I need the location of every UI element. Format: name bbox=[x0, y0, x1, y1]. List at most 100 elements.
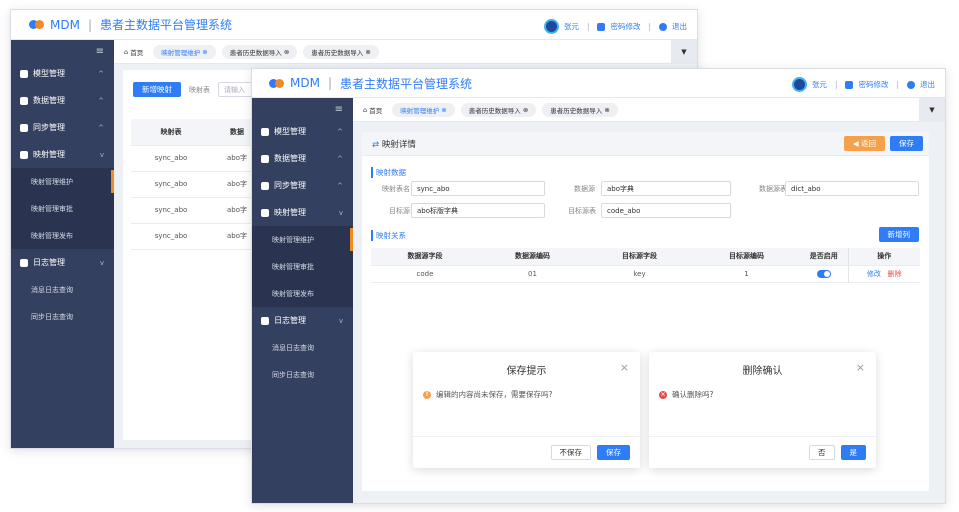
target-table-input[interactable]: code_abo bbox=[601, 203, 731, 218]
logout-link[interactable]: 退出 bbox=[672, 21, 687, 32]
sidebar: ≡ 模型管理 ^ 数据管理 ^ 同步管理 ^ 映射管理 v 映射管理维护 映射管理审批 … bbox=[11, 40, 114, 448]
tab-home[interactable]: ⌂ 首页 bbox=[120, 45, 147, 59]
sidebar-item-message-log[interactable]: 消息日志查询 bbox=[252, 334, 353, 361]
close-icon[interactable]: ⊗ bbox=[284, 48, 289, 56]
tab-bar: ⌂ 首页 映射管理维护 ⊗ 患者历史数据导入 ⊗ 患者历史数据导入 ⊗ bbox=[114, 40, 697, 64]
close-icon[interactable]: ⊗ bbox=[365, 48, 370, 56]
power-icon bbox=[659, 22, 667, 31]
sidebar-item-label: 数据管理 bbox=[274, 154, 306, 163]
edit-link[interactable]: 修改 bbox=[867, 270, 881, 278]
tab-history-import[interactable]: 患者历史数据导入 ⊗ bbox=[221, 44, 298, 59]
power-icon bbox=[907, 80, 915, 89]
avatar[interactable] bbox=[543, 19, 559, 34]
table-row[interactable]: sync_abo abo字 bbox=[131, 171, 263, 198]
chevron-up-icon: ^ bbox=[98, 96, 104, 105]
sidebar-item-label: 映射管理 bbox=[274, 208, 306, 217]
sidebar-item-data[interactable]: 数据管理 ^ bbox=[11, 87, 114, 114]
dialog-message: × 确认删除吗? bbox=[659, 389, 713, 400]
table-cell: sync_abo bbox=[131, 171, 211, 198]
label-target: 目标源 bbox=[389, 207, 410, 215]
sidebar-item-mapping-publish[interactable]: 映射管理发布 bbox=[252, 280, 353, 307]
column-header: 操作 bbox=[847, 248, 920, 266]
no-button[interactable]: 否 bbox=[809, 445, 835, 460]
source-input[interactable]: abo字典 bbox=[601, 181, 731, 196]
relation-table: 数据源字段 数据源编码 目标源字段 目标源编码 是否启用 操作 code 01 … bbox=[371, 248, 920, 283]
back-button-label: 返回 bbox=[861, 139, 876, 148]
yes-button[interactable]: 是 bbox=[840, 445, 866, 460]
table-row[interactable]: sync_abo abo字 bbox=[131, 223, 263, 250]
username[interactable]: 张元 bbox=[564, 21, 579, 32]
sidebar-item-mapping-approve[interactable]: 映射管理审批 bbox=[252, 253, 353, 280]
sidebar-item-logs[interactable]: 日志管理 v bbox=[11, 249, 114, 276]
sidebar-item-model[interactable]: 模型管理 ^ bbox=[252, 118, 353, 145]
sidebar-item-message-log[interactable]: 消息日志查询 bbox=[11, 276, 114, 303]
tabs-dropdown-button[interactable]: ▼ bbox=[919, 98, 945, 122]
save-button[interactable]: 保存 bbox=[890, 136, 923, 151]
chevron-down-icon: v bbox=[99, 150, 104, 159]
close-icon[interactable]: × bbox=[856, 361, 865, 374]
cloud-icon bbox=[20, 123, 28, 132]
change-password-link[interactable]: 密码修改 bbox=[858, 79, 888, 90]
table-cell: sync_abo bbox=[131, 197, 211, 224]
tab-label: 患者历史数据导入 bbox=[229, 48, 282, 57]
delete-link[interactable]: 删除 bbox=[888, 270, 902, 278]
sidebar-item-sync-log[interactable]: 同步日志查询 bbox=[11, 303, 114, 330]
dialog-title: 保存提示 bbox=[506, 366, 547, 377]
back-arrow-icon: ◀ bbox=[852, 139, 861, 148]
tab-history-import-2[interactable]: 患者历史数据导入 ⊗ bbox=[303, 44, 379, 59]
clipboard-icon bbox=[261, 154, 269, 163]
table-row[interactable]: code 01 key 1 修改 删除 bbox=[371, 265, 920, 283]
sidebar-item-model[interactable]: 模型管理 ^ bbox=[11, 60, 114, 87]
table-cell: key bbox=[586, 265, 693, 283]
sidebar-item-sync[interactable]: 同步管理 ^ bbox=[11, 114, 114, 141]
app-header: MDM | 患者主数据平台管理系统 张元 | 密码修改 | 退出 bbox=[11, 10, 697, 40]
enabled-toggle[interactable] bbox=[816, 269, 831, 278]
chevron-down-icon: v bbox=[99, 258, 104, 267]
mapping-table: 映射表 数据 sync_abo abo字 sync_abo abo字 sync_ab… bbox=[131, 119, 263, 250]
logout-link[interactable]: 退出 bbox=[920, 79, 935, 90]
hamburger-icon[interactable]: ≡ bbox=[11, 46, 114, 60]
tabs-dropdown-button[interactable]: ▼ bbox=[671, 40, 697, 64]
close-icon[interactable]: ⊗ bbox=[202, 48, 207, 56]
table-row[interactable]: sync_abo abo字 bbox=[131, 197, 263, 224]
mapping-table-input[interactable]: sync_abo bbox=[411, 181, 545, 196]
sidebar-item-logs[interactable]: 日志管理 v bbox=[252, 307, 353, 334]
close-icon[interactable]: ⊗ bbox=[604, 106, 609, 114]
sidebar-item-data[interactable]: 数据管理 ^ bbox=[252, 145, 353, 172]
username[interactable]: 张元 bbox=[812, 79, 827, 90]
change-password-link[interactable]: 密码修改 bbox=[610, 21, 640, 32]
detail-title-text: 映射详情 bbox=[381, 140, 416, 150]
tab-mapping-maintain[interactable]: 映射管理维护 ⊗ bbox=[153, 44, 216, 59]
tab-mapping-maintain[interactable]: 映射管理维护 ⊗ bbox=[392, 102, 455, 117]
sidebar-item-mapping-approve[interactable]: 映射管理审批 bbox=[11, 195, 114, 222]
tab-history-import[interactable]: 患者历史数据导入 ⊗ bbox=[460, 102, 537, 117]
clipboard-icon bbox=[20, 96, 28, 105]
hamburger-icon[interactable]: ≡ bbox=[252, 104, 353, 118]
close-icon[interactable]: × bbox=[620, 361, 629, 374]
tab-history-import-2[interactable]: 患者历史数据导入 ⊗ bbox=[542, 102, 618, 117]
add-column-button[interactable]: 新增列 bbox=[878, 227, 919, 242]
sidebar-item-sync-log[interactable]: 同步日志查询 bbox=[252, 361, 353, 388]
add-mapping-button[interactable]: 新增映射 bbox=[133, 82, 181, 97]
avatar[interactable] bbox=[791, 77, 807, 92]
sidebar-item-sync[interactable]: 同步管理 ^ bbox=[252, 172, 353, 199]
back-button[interactable]: ◀ 返回 bbox=[843, 136, 885, 151]
dont-save-button[interactable]: 不保存 bbox=[550, 445, 591, 460]
sidebar-item-mapping-maintain[interactable]: 映射管理维护 bbox=[252, 226, 353, 253]
sidebar-item-mapping-publish[interactable]: 映射管理发布 bbox=[11, 222, 114, 249]
close-icon[interactable]: ⊗ bbox=[441, 106, 446, 114]
table-cell: sync_abo bbox=[131, 145, 211, 172]
sidebar-item-label: 模型管理 bbox=[274, 127, 306, 136]
close-icon[interactable]: ⊗ bbox=[523, 106, 528, 114]
tab-home[interactable]: ⌂ 首页 bbox=[359, 103, 386, 117]
sidebar-item-mapping-maintain[interactable]: 映射管理维护 bbox=[11, 168, 114, 195]
column-header: 目标源编码 bbox=[693, 248, 800, 266]
confirm-save-button[interactable]: 保存 bbox=[597, 445, 630, 460]
table-cell bbox=[800, 265, 848, 283]
target-input[interactable]: abo标版字典 bbox=[411, 203, 545, 218]
sidebar-item-mapping[interactable]: 映射管理 v bbox=[11, 141, 114, 168]
table-row[interactable]: sync_abo abo字 bbox=[131, 145, 263, 172]
sidebar-item-mapping[interactable]: 映射管理 v bbox=[252, 199, 353, 226]
title-divider: | bbox=[327, 76, 332, 90]
source-table-input[interactable]: dict_abo bbox=[785, 181, 919, 196]
